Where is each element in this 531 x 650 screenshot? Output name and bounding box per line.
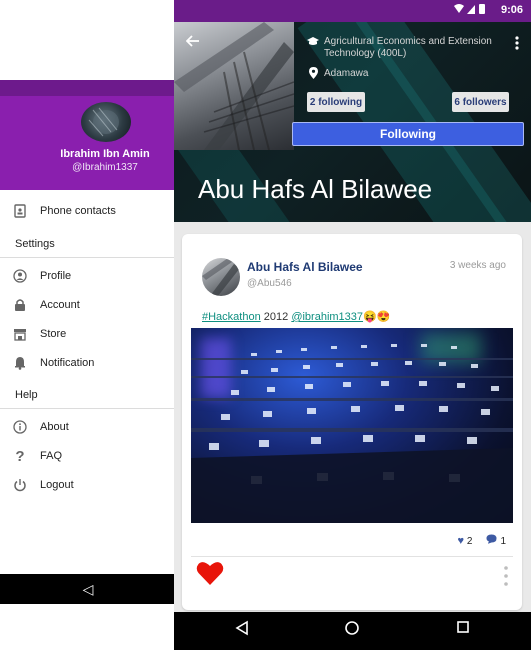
- drawer-item-label: FAQ: [40, 450, 63, 462]
- drawer-item-logout[interactable]: Logout: [0, 472, 176, 498]
- drawer-item-profile[interactable]: Profile: [0, 263, 176, 289]
- likes-stat[interactable]: ♥ 2: [458, 535, 473, 547]
- system-navbar: [174, 612, 531, 650]
- heart-small-icon: ♥: [457, 534, 465, 547]
- drawer-item-label: Logout: [40, 479, 74, 491]
- status-icons: [453, 3, 487, 18]
- recents-nav-icon[interactable]: [456, 620, 470, 639]
- drawer-item-faq[interactable]: ? FAQ: [0, 443, 176, 469]
- post-author-avatar[interactable]: [202, 258, 240, 296]
- post-more-icon[interactable]: [504, 566, 508, 586]
- drawer-section-settings: Settings: [15, 238, 55, 250]
- back-arrow-icon[interactable]: [185, 34, 200, 53]
- comments-count: 1: [500, 536, 506, 547]
- post-card: Abu Hafs Al Bilawee @Abu546 3 weeks ago …: [182, 234, 522, 610]
- comment-icon: [486, 534, 500, 547]
- profile-name: Abu Hafs Al Bilawee: [198, 174, 433, 204]
- post-author-name[interactable]: Abu Hafs Al Bilawee: [247, 260, 363, 274]
- power-icon: [0, 478, 40, 492]
- drawer-item-about[interactable]: About: [0, 414, 176, 440]
- drawer-header: Ibrahim Ibn Amin @Ibrahim1337: [0, 80, 176, 190]
- lock-icon: [0, 298, 40, 312]
- post-image[interactable]: [191, 328, 513, 523]
- navigation-drawer: Ibrahim Ibn Amin @Ibrahim1337 Phone cont…: [0, 80, 176, 650]
- post-text: #Hackathon 2012 @ibrahim1337😝😍: [202, 310, 390, 323]
- drawer-item-store[interactable]: Store: [0, 321, 176, 347]
- following-count-button[interactable]: 2 following: [307, 92, 365, 112]
- like-heart-icon[interactable]: [196, 560, 224, 592]
- person-icon: [0, 269, 40, 283]
- drawer-header-strip: [0, 80, 176, 96]
- drawer-item-label: Phone contacts: [40, 205, 116, 217]
- post-mention[interactable]: @ibrahim1337: [291, 311, 363, 323]
- status-bar: 9:06: [174, 0, 531, 22]
- contacts-icon: [0, 204, 40, 218]
- drawer-item-label: Account: [40, 299, 80, 311]
- drawer-user-name: Ibrahim Ibn Amin: [60, 148, 150, 160]
- following-button[interactable]: Following: [292, 122, 524, 146]
- likes-count: 2: [466, 535, 473, 547]
- more-options-icon[interactable]: [515, 36, 519, 50]
- store-icon: [0, 328, 40, 341]
- drawer-system-navbar: ◁: [0, 574, 176, 604]
- back-nav-icon[interactable]: [234, 620, 250, 641]
- drawer-user-handle: @Ibrahim1337: [72, 162, 138, 173]
- drawer-item-label: Store: [40, 328, 67, 340]
- question-icon: ?: [15, 447, 25, 465]
- comments-stat[interactable]: 1: [486, 534, 506, 547]
- status-time: 9:06: [500, 4, 523, 16]
- school-icon: [306, 36, 320, 50]
- post-author-handle: @Abu546: [247, 278, 292, 289]
- profile-screen: 9:06 Agricultural Economics and Extensio…: [174, 0, 531, 650]
- drawer-section-help: Help: [15, 389, 38, 401]
- profile-header: Agricultural Economics and Extension Tec…: [174, 22, 531, 222]
- back-nav-icon[interactable]: ◁: [83, 581, 94, 598]
- bell-icon: [0, 356, 40, 370]
- drawer-item-account[interactable]: Account: [0, 292, 176, 318]
- drawer-item-label: About: [40, 421, 69, 433]
- drawer-item-label: Profile: [40, 270, 72, 282]
- drawer-item-phone-contacts[interactable]: Phone contacts: [0, 198, 176, 224]
- drawer-divider: [0, 257, 176, 258]
- post-emoji: 😝😍: [363, 311, 391, 323]
- profile-location: Adamawa: [324, 68, 369, 79]
- post-timestamp: 3 weeks ago: [449, 260, 506, 271]
- home-nav-icon[interactable]: [344, 620, 360, 641]
- card-divider: [191, 556, 513, 557]
- location-icon: [309, 67, 318, 82]
- profile-school: Agricultural Economics and Extension Tec…: [324, 36, 492, 59]
- post-text-year: 2012: [260, 311, 292, 323]
- drawer-divider: [0, 408, 176, 409]
- drawer-item-label: Notification: [40, 357, 95, 369]
- post-stats: ♥ 2 1: [458, 534, 506, 547]
- post-hashtag[interactable]: #Hackathon: [202, 311, 261, 323]
- followers-count-button[interactable]: 6 followers: [452, 92, 509, 112]
- info-icon: [0, 420, 40, 434]
- user-avatar[interactable]: [81, 102, 131, 142]
- drawer-item-notification[interactable]: Notification: [0, 350, 176, 376]
